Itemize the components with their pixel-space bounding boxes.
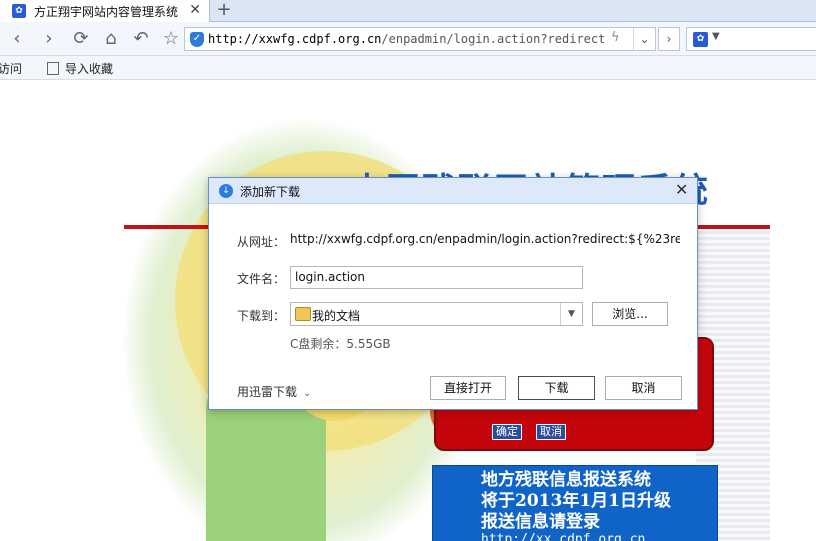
bookmark-import[interactable]: 导入收藏 xyxy=(47,60,113,77)
saveto-label: 下载到： xyxy=(237,309,286,323)
import-icon xyxy=(47,62,59,75)
folder-icon xyxy=(295,307,311,321)
search-engine-dropdown-icon[interactable]: ▼ xyxy=(712,31,720,42)
refresh-icon[interactable]: ⟳ xyxy=(70,28,92,50)
lightning-icon[interactable]: ϟ xyxy=(611,30,620,45)
filename-field[interactable]: login.action xyxy=(290,266,583,289)
browser-tab[interactable]: ✿ 方正翔宇网站内容管理系统 ✕ xyxy=(0,0,210,22)
notice-line: 将于2013年1月1日升级 xyxy=(481,491,671,511)
cancel-button[interactable]: 取消 xyxy=(605,376,682,400)
chevron-down-icon[interactable]: ▼ xyxy=(560,303,582,325)
notice-line: 报送信息请登录 xyxy=(481,512,600,532)
url-label: 从网址： xyxy=(237,235,286,249)
notice-box: 地方残联信息报送系统 将于2013年1月1日升级 报送信息请登录 http://… xyxy=(432,465,718,541)
favorite-star-icon[interactable]: ☆ xyxy=(160,28,182,50)
close-icon[interactable]: ✕ xyxy=(675,180,688,199)
download-app-icon: ↓ xyxy=(219,184,233,198)
navigation-bar: ‹ › ⟳ ⌂ ↶ ☆ ✓ http://xxwfg.cdpf.org.cn/e… xyxy=(0,22,816,56)
baidu-paw-icon: ✿ xyxy=(12,4,26,18)
download-button[interactable]: 下载 xyxy=(518,376,595,400)
chevron-down-icon: ⌄ xyxy=(303,388,312,399)
free-space-text: C盘剩余：5.55GB xyxy=(290,337,391,351)
forward-icon[interactable]: › xyxy=(38,28,60,50)
go-arrow-icon[interactable]: › xyxy=(658,27,680,51)
tab-close-icon[interactable]: ✕ xyxy=(189,2,201,18)
xunlei-label: 用迅雷下载 xyxy=(237,385,298,399)
address-host: http://xxwfg.cdpf.org.cn xyxy=(208,32,382,46)
url-value: http://xxwfg.cdpf.org.cn/enpadmin/login.… xyxy=(290,232,680,246)
confirm-button[interactable]: 确定 xyxy=(492,424,522,440)
tab-bar: ✿ 方正翔宇网站内容管理系统 ✕ + xyxy=(0,0,816,22)
home-icon[interactable]: ⌂ xyxy=(100,28,122,50)
browse-button[interactable]: 浏览... xyxy=(592,302,668,326)
chevron-down-icon[interactable]: ⌄ xyxy=(633,28,655,50)
baidu-search-icon[interactable]: ✿ xyxy=(693,32,708,47)
download-dialog: ↓ 添加新下载 ✕ 从网址： http://xxwfg.cdpf.org.cn/… xyxy=(208,177,698,410)
dialog-title: 添加新下载 xyxy=(240,185,301,199)
bookmarks-bar: 常访问 导入收藏 xyxy=(0,56,816,80)
address-text[interactable]: http://xxwfg.cdpf.org.cn/enpadmin/login.… xyxy=(208,32,608,46)
security-shield-icon: ✓ xyxy=(190,32,204,47)
back-icon[interactable]: ‹ xyxy=(6,28,28,50)
address-bar[interactable]: ✓ http://xxwfg.cdpf.org.cn/enpadmin/logi… xyxy=(184,27,656,51)
dialog-header[interactable]: ↓ 添加新下载 ✕ xyxy=(209,178,697,204)
xunlei-download-link[interactable]: 用迅雷下载 ⌄ xyxy=(237,383,311,400)
new-tab-button[interactable]: + xyxy=(212,0,236,22)
bookmark-frequent[interactable]: 常访问 xyxy=(0,60,22,77)
bookmark-import-label: 导入收藏 xyxy=(65,62,114,76)
saveto-select[interactable]: 我的文档 ▼ xyxy=(290,302,583,326)
cancel-button[interactable]: 取消 xyxy=(536,424,566,440)
saveto-value: 我的文档 xyxy=(312,309,361,323)
search-box[interactable]: ✿ ▼ xyxy=(686,27,816,51)
notice-line: 地方残联信息报送系统 xyxy=(481,470,651,490)
open-directly-button[interactable]: 直接打开 xyxy=(430,376,506,400)
filename-label: 文件名： xyxy=(237,272,286,286)
address-path: /enpadmin/login.action?redirect:$· xyxy=(381,32,608,46)
tab-title: 方正翔宇网站内容管理系统 xyxy=(34,4,179,19)
notice-url[interactable]: http://xx.cdpf.org.cn xyxy=(481,532,645,541)
undo-close-icon[interactable]: ↶ xyxy=(130,28,152,50)
